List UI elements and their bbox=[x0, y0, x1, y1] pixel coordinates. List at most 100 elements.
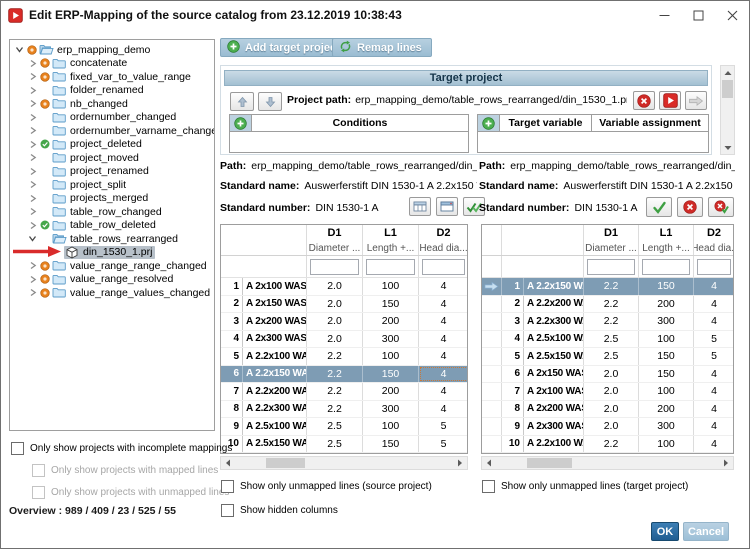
table-row[interactable]: 10A 2.5x150 WAS2.51505 bbox=[221, 435, 467, 453]
table-row[interactable]: 10A 2.2x100 WAS2.21004 bbox=[482, 435, 733, 453]
delete-target-project-button[interactable] bbox=[633, 91, 655, 110]
filter-input-L1[interactable] bbox=[642, 258, 690, 275]
scroll-right-arrow[interactable] bbox=[453, 457, 467, 469]
tree-item[interactable]: erp_mapping_demo bbox=[10, 43, 214, 57]
table-row[interactable]: 1A 2x100 WAS 2.0 100 4 bbox=[221, 278, 467, 296]
filter-input-L1[interactable] bbox=[366, 258, 415, 275]
variable-assignment-header[interactable]: Variable assignment bbox=[592, 115, 708, 131]
table-row[interactable]: 7A 2.2x200 WAS2.22004 bbox=[221, 383, 467, 401]
checkbox-box[interactable] bbox=[482, 480, 495, 493]
checkbox-source-unmapped[interactable]: Show only unmapped lines (source project… bbox=[221, 480, 432, 493]
checkbox-target-unmapped[interactable]: Show only unmapped lines (target project… bbox=[482, 480, 688, 493]
tree-item[interactable]: table_row_changed bbox=[10, 205, 214, 219]
source-hscrollbar[interactable] bbox=[220, 456, 468, 470]
column-header-D1[interactable]: D1 bbox=[307, 225, 363, 241]
expander-icon[interactable] bbox=[27, 288, 38, 297]
add-target-project-button[interactable]: Add target project bbox=[220, 38, 350, 57]
expander-icon[interactable] bbox=[27, 234, 38, 243]
tree-item[interactable]: concatenate bbox=[10, 57, 214, 71]
add-target-variable-button[interactable] bbox=[478, 115, 500, 131]
scroll-up-arrow[interactable] bbox=[721, 66, 734, 79]
tree-item[interactable]: din_1530_1.prj bbox=[10, 245, 214, 260]
tree-item[interactable]: project_renamed bbox=[10, 165, 214, 179]
checkbox-box[interactable] bbox=[11, 442, 24, 455]
expander-icon[interactable] bbox=[27, 207, 38, 216]
tree-item[interactable]: folder_renamed bbox=[10, 84, 214, 98]
project-tree[interactable]: erp_mapping_demo concatenate fixed_var_to_… bbox=[9, 39, 215, 431]
target-variables-list[interactable] bbox=[478, 132, 708, 152]
tree-item[interactable]: project_deleted bbox=[10, 138, 214, 152]
cancel-button[interactable]: Cancel bbox=[683, 522, 729, 541]
move-up-button[interactable] bbox=[230, 92, 254, 111]
expander-icon[interactable] bbox=[27, 59, 38, 68]
source-grid[interactable]: D1 L1 D2 Diameter ... Length +... Head dia...… bbox=[220, 224, 468, 454]
scroll-thumb[interactable] bbox=[265, 458, 305, 468]
checkbox-box[interactable] bbox=[221, 504, 234, 517]
tree-item[interactable]: ordernumber_changed bbox=[10, 111, 214, 125]
tree-item[interactable]: value_range_resolved bbox=[10, 273, 214, 287]
close-button[interactable] bbox=[715, 1, 749, 29]
expander-icon[interactable] bbox=[27, 275, 38, 284]
expander-icon[interactable] bbox=[27, 86, 38, 95]
expander-icon[interactable] bbox=[27, 194, 38, 203]
tree-item[interactable]: table_rows_rearranged bbox=[10, 232, 214, 246]
table-row[interactable]: 6A 2.2x150 WAS2.21504 bbox=[221, 365, 467, 383]
filter-input-D2[interactable] bbox=[422, 258, 465, 275]
table-row[interactable]: 8A 2x200 WAS 2.0 200 4 bbox=[482, 400, 733, 418]
table-row[interactable]: 7A 2x100 WAS 2.0 100 4 bbox=[482, 383, 733, 401]
table-row[interactable]: 8A 2.2x300 WAS2.23004 bbox=[221, 400, 467, 418]
table-row[interactable]: 5A 2.5x150 WAS2.51505 bbox=[482, 348, 733, 366]
table-row[interactable]: 2A 2x150 WAS 2.0 150 4 bbox=[221, 295, 467, 313]
expander-icon[interactable] bbox=[27, 167, 38, 176]
tree-item[interactable]: ordernumber_varname_changed bbox=[10, 124, 214, 138]
tree-item[interactable]: projects_merged bbox=[10, 192, 214, 206]
checkbox-box[interactable] bbox=[221, 480, 234, 493]
target-variable-header[interactable]: Target variable bbox=[500, 115, 592, 131]
tree-item[interactable]: value_range_range_changed bbox=[10, 259, 214, 273]
filter-input-D1[interactable] bbox=[310, 258, 359, 275]
table-row[interactable]: 9A 2.5x100 WAS2.51005 bbox=[221, 418, 467, 436]
expander-icon[interactable] bbox=[27, 153, 38, 162]
tree-item[interactable]: table_row_deleted bbox=[10, 219, 214, 233]
conditions-list[interactable] bbox=[230, 132, 468, 152]
expander-icon[interactable] bbox=[27, 261, 38, 270]
grid-view-button[interactable] bbox=[409, 197, 431, 216]
column-header-D2[interactable]: D2 bbox=[694, 225, 733, 241]
table-row[interactable]: 1A 2.2x150 WAS2.21504 bbox=[482, 278, 733, 296]
move-down-button[interactable] bbox=[258, 92, 282, 111]
table-row[interactable]: 2A 2.2x200 WAS2.22004 bbox=[482, 295, 733, 313]
scroll-track[interactable] bbox=[235, 457, 453, 469]
expander-icon[interactable] bbox=[27, 99, 38, 108]
cross-check-button[interactable] bbox=[708, 197, 734, 217]
table-row[interactable]: 9A 2x300 WAS 2.0 300 4 bbox=[482, 418, 733, 436]
target-project-scrollbar[interactable] bbox=[720, 65, 735, 155]
expander-icon[interactable] bbox=[27, 221, 38, 230]
target-grid[interactable]: D1L1D2Diameter ...Length +...Head dia..1… bbox=[481, 224, 734, 454]
scroll-right-arrow[interactable] bbox=[719, 457, 733, 469]
scroll-left-arrow[interactable] bbox=[221, 457, 235, 469]
tree-item[interactable]: project_moved bbox=[10, 151, 214, 165]
expander-icon[interactable] bbox=[27, 72, 38, 81]
scroll-track[interactable] bbox=[496, 457, 719, 469]
scroll-down-arrow[interactable] bbox=[721, 141, 734, 154]
minimize-button[interactable] bbox=[647, 1, 681, 29]
expander-icon[interactable] bbox=[27, 140, 38, 149]
add-condition-button[interactable] bbox=[230, 115, 252, 131]
conditions-header[interactable]: Conditions bbox=[252, 115, 468, 131]
target-hscrollbar[interactable] bbox=[481, 456, 734, 470]
column-header-L1[interactable]: L1 bbox=[363, 225, 419, 241]
accept-mapping-button[interactable] bbox=[646, 197, 672, 217]
column-header-D2[interactable]: D2 bbox=[419, 225, 467, 241]
filter-input-D1[interactable] bbox=[587, 258, 635, 275]
map-arrow-button[interactable] bbox=[685, 91, 707, 110]
expander-icon[interactable] bbox=[27, 113, 38, 122]
checkbox-show-hidden-columns[interactable]: Show hidden columns bbox=[221, 504, 338, 517]
expander-icon[interactable] bbox=[14, 45, 25, 54]
tree-item[interactable]: fixed_var_to_value_range bbox=[10, 70, 214, 84]
table-row[interactable]: 6A 2x150 WAS 2.0 150 4 bbox=[482, 365, 733, 383]
maximize-button[interactable] bbox=[681, 1, 715, 29]
scroll-thumb[interactable] bbox=[527, 458, 572, 468]
table-row[interactable]: 3A 2x200 WAS 2.0 200 4 bbox=[221, 313, 467, 331]
open-project-button[interactable] bbox=[659, 91, 681, 110]
table-row[interactable]: 4A 2.5x100 WAS2.51005 bbox=[482, 330, 733, 348]
